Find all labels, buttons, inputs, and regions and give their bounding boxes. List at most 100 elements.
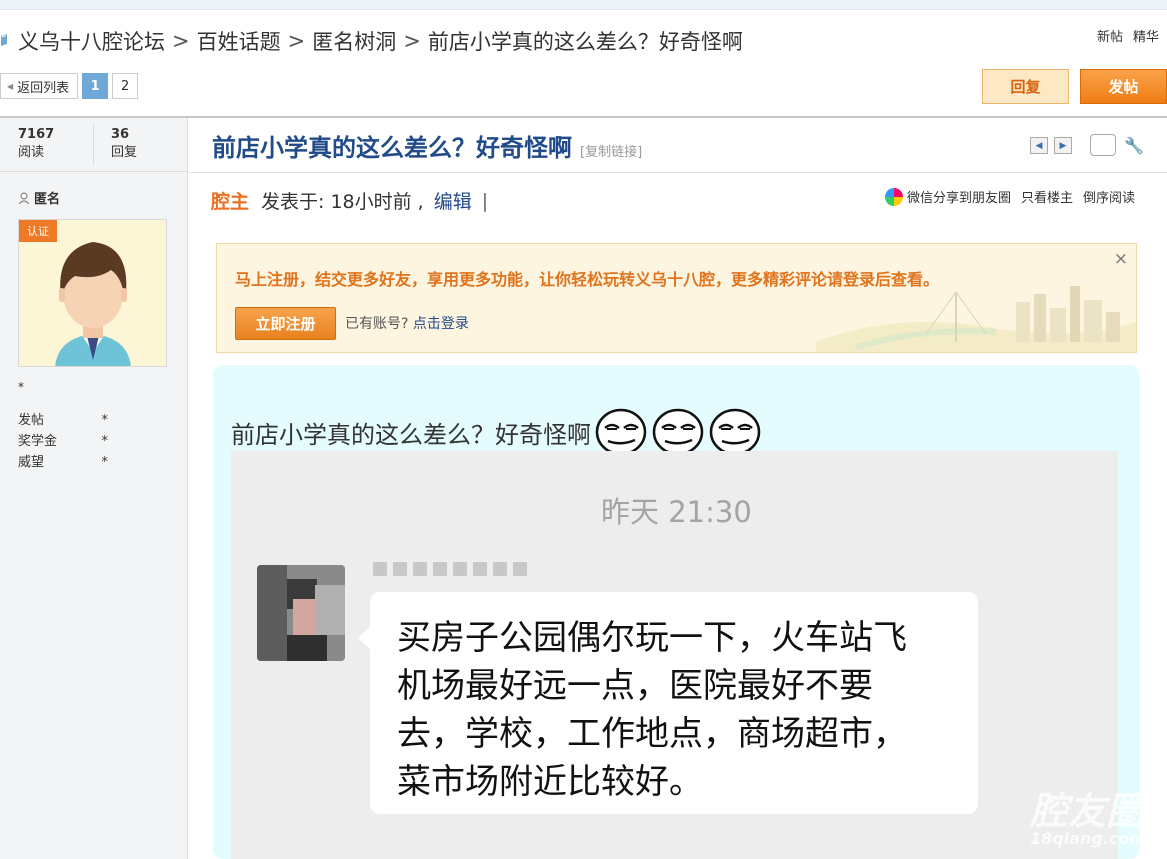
post-text-content: 前店小学真的这么差么？好奇怪啊 xyxy=(231,420,591,449)
meta-value: * xyxy=(101,455,109,470)
close-icon[interactable]: × xyxy=(1114,249,1128,269)
smirk-emoji-icon xyxy=(709,408,761,456)
smirk-emoji-icon xyxy=(595,408,647,456)
checkbox-icon[interactable] xyxy=(1090,134,1116,156)
breadcrumb-forum[interactable]: 义乌十八腔论坛 xyxy=(18,26,165,56)
wrench-icon[interactable]: 🔧 xyxy=(1124,136,1144,155)
breadcrumb-separator: > xyxy=(287,29,306,53)
views-label: 阅读 xyxy=(18,145,45,160)
avatar-image xyxy=(19,220,166,366)
pixel-block xyxy=(473,562,487,576)
meta-value: * xyxy=(101,413,109,428)
digest-link[interactable]: 精华 xyxy=(1133,26,1159,45)
post-meta: 腔主 发表于: 18小时前 , 编辑 | xyxy=(211,187,488,214)
breadcrumb-separator: > xyxy=(403,29,421,53)
home-icon[interactable] xyxy=(0,34,12,48)
avatar[interactable]: 认证 xyxy=(18,219,167,367)
next-thread-icon[interactable]: ▶ xyxy=(1054,137,1072,154)
copy-link[interactable]: [复制链接] xyxy=(580,141,642,160)
pixel-block xyxy=(373,562,387,576)
chat-avatar xyxy=(257,565,345,661)
views-stat: 7167 阅读 xyxy=(18,126,54,162)
new-posts-link[interactable]: 新帖 xyxy=(1097,26,1123,45)
post-actions: 微信分享到朋友圈 只看楼主 倒序阅读 xyxy=(884,187,1135,206)
smirk-emoji-icon xyxy=(652,408,704,456)
chat-line: 菜市场附近比较好。 xyxy=(397,762,703,802)
login-link[interactable]: 点击登录 xyxy=(413,316,469,332)
pagination: ◀ 返回列表 1 2 xyxy=(0,73,139,99)
user-icon xyxy=(18,191,30,204)
thread-nav: ◀ ▶ xyxy=(1030,137,1072,154)
page-1-button[interactable]: 1 xyxy=(82,73,109,99)
thread-title-row: 前店小学真的这么差么？好奇怪啊 [复制链接] xyxy=(212,128,642,163)
meta-row: 发帖 * xyxy=(18,410,108,431)
site-watermark: 腔友圈 18qiang.com xyxy=(1030,780,1146,848)
verified-badge: 认证 xyxy=(19,220,57,242)
pixel-block xyxy=(453,562,467,576)
views-count: 7167 xyxy=(18,127,55,142)
breadcrumb-thread[interactable]: 前店小学真的这么差么？好奇怪啊 xyxy=(428,26,743,56)
divider xyxy=(93,124,94,166)
top-links: 新帖 精华 xyxy=(1097,26,1159,45)
edit-link[interactable]: 编辑 xyxy=(434,187,472,214)
owner-label: 腔主 xyxy=(211,191,250,213)
breadcrumb: 义乌十八腔论坛 > 百姓话题 > 匿名树洞 > 前店小学真的这么差么？好奇怪啊 xyxy=(0,24,743,58)
blurred-avatar-image xyxy=(257,565,345,661)
pixel-block xyxy=(493,562,507,576)
pixel-block xyxy=(513,562,527,576)
new-post-button[interactable]: 发帖 xyxy=(1080,69,1167,104)
meta-row: 威望 * xyxy=(18,452,108,473)
login-hint: 已有账号? 点击登录 xyxy=(345,313,469,333)
watermark-sub: 18qiang.com xyxy=(1030,829,1147,848)
meta-label: 发帖 xyxy=(18,413,45,428)
meta-label: 威望 xyxy=(18,455,45,470)
blurred-sender-name xyxy=(373,562,527,576)
reverse-order-link[interactable]: 倒序阅读 xyxy=(1083,187,1135,206)
pixel-block xyxy=(413,562,427,576)
chat-line: 去，学校，工作地点，商场超市， xyxy=(397,714,907,754)
author-sidebar: 7167 阅读 36 回复 匿名 认证 * 发帖 * 奖学金 * 威望 * xyxy=(0,118,188,859)
divider xyxy=(188,172,1167,173)
thread-stats: 7167 阅读 36 回复 xyxy=(0,118,187,172)
back-to-list-label: 返回列表 xyxy=(17,80,70,96)
watermark-main: 腔友圈 xyxy=(1030,789,1145,833)
author-name-label: 匿名 xyxy=(34,192,61,207)
chat-timestamp: 昨天 21:30 xyxy=(601,495,752,529)
replies-count: 36 xyxy=(111,127,130,142)
pixel-block xyxy=(433,562,447,576)
author-title: * xyxy=(18,380,24,394)
meta-separator: | xyxy=(481,189,489,212)
chat-screenshot[interactable]: 昨天 21:30 买房子公园偶尔玩一下，火车站飞 机场最好远一点，医院最好不要 … xyxy=(231,451,1118,859)
meta-label: 奖学金 xyxy=(18,434,58,449)
chat-bubble: 买房子公园偶尔玩一下，火车站飞 机场最好远一点，医院最好不要 去，学校，工作地点… xyxy=(358,592,978,814)
page-2-button[interactable]: 2 xyxy=(112,73,139,99)
only-owner-link[interactable]: 只看楼主 xyxy=(1021,187,1073,206)
chat-line: 买房子公园偶尔玩一下，火车站飞 xyxy=(397,618,907,658)
author-name[interactable]: 匿名 xyxy=(18,188,60,207)
author-meta: 发帖 * 奖学金 * 威望 * xyxy=(18,410,108,473)
wechat-moments-icon xyxy=(884,187,903,206)
top-strip xyxy=(0,0,1167,10)
breadcrumb-separator: > xyxy=(172,29,190,53)
thread-tools: 🔧 xyxy=(1090,134,1144,156)
meta-value: * xyxy=(101,434,109,449)
prev-thread-icon[interactable]: ◀ xyxy=(1030,137,1048,154)
replies-stat: 36 回复 xyxy=(111,126,137,162)
post-text: 前店小学真的这么差么？好奇怪啊 xyxy=(231,408,762,456)
breadcrumb-board[interactable]: 匿名树洞 xyxy=(312,26,396,56)
post-time: 发表于: 18小时前 , xyxy=(261,191,424,213)
back-to-list-button[interactable]: ◀ 返回列表 xyxy=(0,73,79,99)
pixel-block xyxy=(393,562,407,576)
back-arrow-icon: ◀ xyxy=(7,81,14,91)
register-notice: 马上注册，结交更多好友，享用更多功能，让你轻松玩转义乌十八腔，更多精彩评论请登录… xyxy=(216,243,1137,353)
register-button[interactable]: 立即注册 xyxy=(235,307,336,340)
reply-button[interactable]: 回复 xyxy=(982,69,1069,104)
thread-title: 前店小学真的这么差么？好奇怪啊 xyxy=(212,134,572,162)
replies-label: 回复 xyxy=(111,145,138,160)
city-illustration xyxy=(816,286,1136,352)
meta-row: 奖学金 * xyxy=(18,431,108,452)
share-link[interactable]: 微信分享到朋友圈 xyxy=(907,187,1011,206)
has-account-label: 已有账号? xyxy=(345,316,409,332)
chat-line: 机场最好远一点，医院最好不要 xyxy=(397,666,873,706)
breadcrumb-category[interactable]: 百姓话题 xyxy=(197,26,281,56)
